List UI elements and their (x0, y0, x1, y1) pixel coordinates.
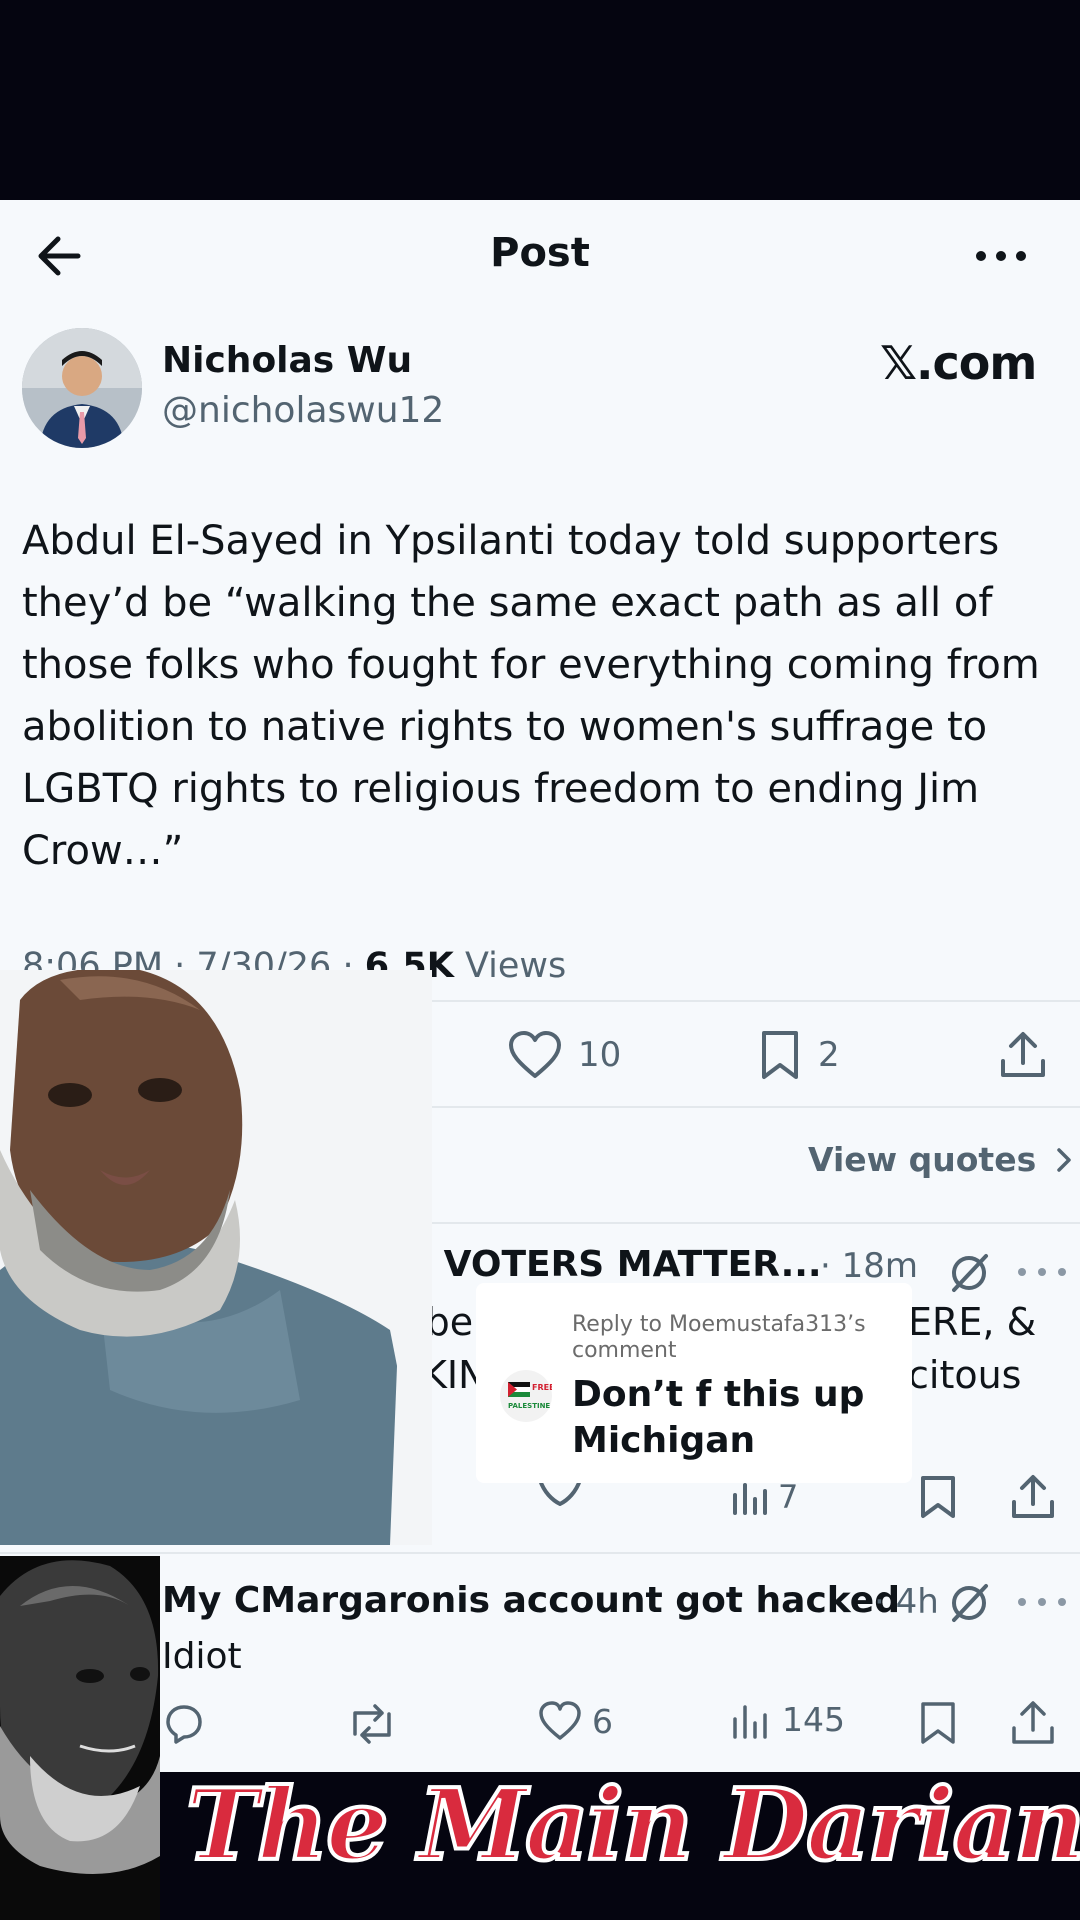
analytics-icon (733, 1483, 767, 1515)
views-count: 145 (782, 1700, 845, 1739)
svg-text:PALESTINE: PALESTINE (508, 1402, 550, 1410)
reply-text-fragment: citous (908, 1353, 1022, 1397)
chevron-right-icon (1056, 1148, 1071, 1172)
creator-photo (0, 970, 432, 1545)
view-quotes-link[interactable]: View quotes (808, 1140, 1074, 1179)
reply-text: Idiot (162, 1636, 242, 1677)
bookmark-icon[interactable] (918, 1474, 958, 1520)
grok-icon[interactable] (946, 1250, 992, 1296)
author-avatar[interactable] (22, 328, 142, 448)
views-button[interactable]: 7 (730, 1478, 798, 1516)
author-name[interactable]: Nicholas Wu (162, 340, 412, 381)
reply-timestamp: · 4h (874, 1582, 939, 1622)
post-text: Abdul El-Sayed in Ypsilanti today told s… (22, 518, 1040, 874)
bookmark-button[interactable]: 2 (758, 1020, 840, 1090)
reply-timestamp: · 18m (820, 1246, 918, 1286)
grok-icon[interactable] (946, 1580, 992, 1626)
top-black-bar (0, 0, 1080, 200)
overlay-comment-text: Don’t f this up Michigan (572, 1374, 865, 1461)
ellipsis-icon (976, 251, 1026, 261)
brand-title: The Main Darian (184, 1766, 1080, 1885)
reply-author-name[interactable]: My CMargaronis account got hacked (162, 1580, 900, 1621)
bookmark-icon[interactable] (918, 1700, 958, 1746)
ellipsis-icon[interactable] (1014, 1592, 1070, 1612)
like-button[interactable]: 6 (538, 1700, 613, 1742)
share-icon[interactable] (1010, 1472, 1056, 1520)
reply-text-fragment: ERE, & (908, 1300, 1037, 1344)
divider (0, 1552, 1080, 1554)
share-button[interactable] (998, 1020, 1048, 1090)
views-label: Views (453, 946, 567, 986)
ellipsis-icon[interactable] (1014, 1262, 1070, 1282)
heart-icon (509, 1031, 561, 1078)
bookmark-count: 2 (818, 1035, 840, 1075)
avatar-photo (22, 328, 142, 448)
palestine-flag-icon: FREE PALESTINE (508, 1382, 555, 1410)
svg-text:FREE: FREE (532, 1383, 552, 1392)
like-count: 10 (578, 1035, 622, 1075)
more-options-button[interactable] (966, 226, 1036, 286)
like-button[interactable]: 10 (508, 1020, 621, 1090)
bookmark-icon (762, 1031, 798, 1079)
reply-to-label: Reply to Moemustafa313’s comment (572, 1312, 866, 1363)
share-icon (1001, 1032, 1045, 1077)
view-quotes-label: View quotes (808, 1140, 1037, 1179)
views-button[interactable]: 145 (730, 1700, 845, 1739)
heart-icon (539, 1701, 581, 1740)
views-count: 7 (778, 1478, 799, 1516)
like-count: 6 (592, 1701, 613, 1741)
analytics-icon (733, 1704, 767, 1739)
share-icon[interactable] (1010, 1698, 1056, 1746)
repost-icon[interactable] (346, 1702, 398, 1746)
author-handle[interactable]: @nicholaswu12 (162, 390, 444, 431)
comment-icon[interactable] (162, 1702, 206, 1746)
page-title: Post (490, 230, 590, 276)
brand-portrait (0, 1556, 160, 1920)
creator-video-overlay (0, 970, 432, 1545)
free-palestine-badge: FREE PALESTINE (500, 1370, 555, 1422)
brand-portrait-photo (0, 1556, 160, 1920)
x-com-watermark: 𝕏.com (880, 336, 1037, 390)
